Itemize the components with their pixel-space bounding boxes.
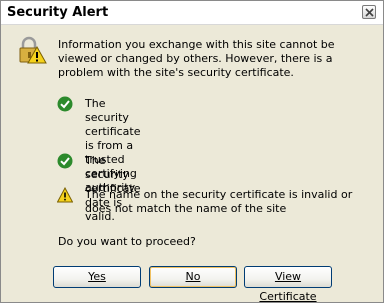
yes-button[interactable]: Yes: [53, 266, 141, 288]
green-check-icon: [57, 96, 73, 112]
close-button[interactable]: [362, 5, 376, 19]
view-certificate-button[interactable]: View Certificate: [244, 266, 332, 303]
yes-button-label: Yes: [88, 270, 106, 283]
warning-triangle-icon: [57, 187, 73, 203]
padlock-warning-icon: [15, 35, 47, 67]
no-button[interactable]: No: [149, 266, 237, 288]
no-button-label: No: [185, 270, 201, 283]
view-certificate-button-label: View Certificate: [259, 270, 317, 303]
close-icon: [365, 8, 374, 17]
check-text: The name on the security certificate is …: [85, 188, 353, 215]
security-alert-dialog: Security Alert Information you exchange …: [0, 0, 384, 303]
green-check-icon: [57, 153, 73, 169]
intro-message: Information you exchange with this site …: [58, 38, 335, 79]
title-bar: Security Alert: [1, 1, 383, 25]
dialog-title: Security Alert: [7, 5, 109, 20]
proceed-question: Do you want to proceed?: [58, 235, 196, 248]
